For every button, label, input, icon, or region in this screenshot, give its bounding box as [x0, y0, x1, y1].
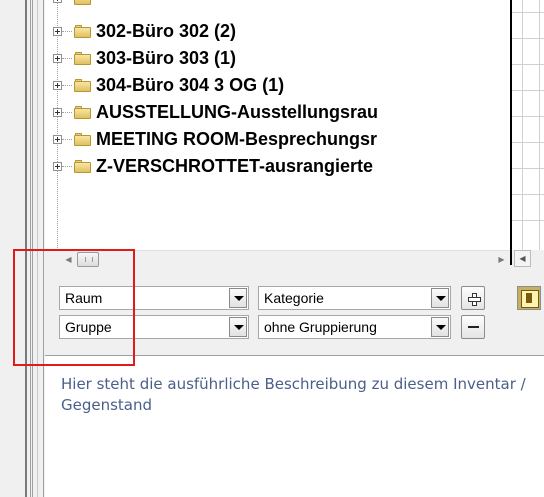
description-text: Hier steht die ausführliche Beschreibung… [61, 375, 526, 414]
folder-icon [74, 132, 91, 146]
expand-icon[interactable] [53, 80, 62, 90]
tree-item-label: AUSSTELLUNG-Ausstellungsrau [96, 101, 379, 122]
room-tree-view[interactable]: 302-Büro 302 (2) 303-Büro 303 (1) 304-Bü… [45, 0, 510, 250]
tree-item-label: Z-VERSCHROTTET-ausrangierte [96, 155, 374, 176]
expand-icon[interactable] [53, 0, 62, 3]
folder-icon [74, 24, 91, 38]
category-select[interactable]: Kategorie [258, 286, 451, 310]
tree-item-partial[interactable] [53, 0, 96, 10]
category-value: Kategorie [264, 290, 324, 306]
chevron-down-icon[interactable] [431, 288, 449, 308]
grid-scroll-left-arrow-icon[interactable]: ◀ [514, 250, 531, 267]
folder-icon [74, 105, 91, 119]
tree-item-label: MEETING ROOM-Besprechungsr [96, 128, 378, 149]
tree-item[interactable]: 303-Büro 303 (1) [53, 46, 236, 70]
tree-item-label: 302-Büro 302 (2) [96, 20, 237, 41]
tree-item[interactable]: MEETING ROOM-Besprechungsr [53, 127, 377, 151]
expand-icon[interactable] [53, 26, 62, 36]
folder-icon [74, 159, 91, 173]
tree-item[interactable]: 304-Büro 304 3 OG (1) [53, 73, 284, 97]
tree-item[interactable]: Z-VERSCHROTTET-ausrangierte [53, 154, 373, 178]
expand-icon[interactable] [53, 161, 62, 171]
tree-item[interactable]: 302-Büro 302 (2) [53, 19, 236, 43]
highlight-box [13, 249, 135, 366]
remove-button[interactable] [461, 315, 485, 339]
expand-icon[interactable] [53, 134, 62, 144]
tree-item[interactable]: AUSSTELLUNG-Ausstellungsrau [53, 100, 378, 124]
expand-icon[interactable] [53, 107, 62, 117]
add-button[interactable] [461, 286, 485, 310]
detail-grid[interactable] [512, 0, 544, 250]
description-panel[interactable]: Hier steht die ausführliche Beschreibung… [45, 355, 544, 497]
folder-icon [74, 0, 91, 5]
minus-icon [467, 326, 479, 328]
chevron-down-icon[interactable] [229, 288, 247, 308]
grouping-value: ohne Gruppierung [264, 319, 377, 335]
chevron-down-icon[interactable] [431, 317, 449, 337]
chevron-down-icon[interactable] [229, 317, 247, 337]
folder-icon [74, 51, 91, 65]
scroll-right-arrow-icon[interactable]: ▶ [493, 251, 510, 268]
tree-item-label: 303-Büro 303 (1) [96, 47, 237, 68]
tree-item-label: 304-Büro 304 3 OG (1) [96, 74, 285, 95]
grouping-select[interactable]: ohne Gruppierung [258, 315, 451, 339]
expand-icon[interactable] [53, 53, 62, 63]
tool-icon[interactable] [517, 286, 541, 310]
plus-icon [467, 292, 481, 306]
folder-icon [74, 78, 91, 92]
